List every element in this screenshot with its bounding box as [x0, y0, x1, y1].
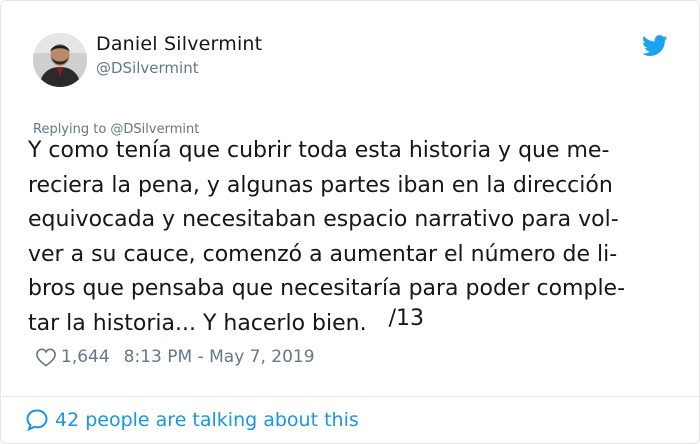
tweet-line: equivocada y necesitaban espacio narrati…: [28, 207, 619, 232]
tweet-text: Y como tenía que cubrir toda esta histor…: [28, 134, 693, 341]
conversation-text[interactable]: 42 people are talking about this: [55, 409, 359, 431]
thread-number: /13: [388, 305, 424, 331]
heart-icon[interactable]: [35, 347, 57, 367]
twitter-bird-icon[interactable]: [642, 35, 668, 57]
avatar[interactable]: [33, 33, 87, 87]
author-handle[interactable]: @DSilvermint: [96, 59, 199, 77]
tweet-line: bros que pensaba que necesitaría para po…: [28, 276, 626, 301]
author-name[interactable]: Daniel Silvermint: [96, 33, 262, 55]
avatar-image: [33, 33, 87, 87]
speech-bubble-icon: [26, 409, 48, 432]
tweet-timestamp[interactable]: 8:13 PM - May 7, 2019: [124, 347, 315, 367]
tweet-card: Daniel Silvermint @DSilvermint Replying …: [0, 0, 700, 444]
tweet-line: ver a su cauce, comenzó a aumentar el nú…: [28, 241, 618, 267]
tweet-line: Y como tenía que cubrir toda esta histor…: [28, 138, 610, 163]
tweet-line: reciera la pena, y algunas partes iban e…: [28, 172, 613, 198]
divider: [2, 396, 700, 397]
tweet-line-text: tar la historia... Y hacerlo bien.: [28, 310, 367, 336]
conversation-link[interactable]: 42 people are talking about this: [25, 407, 359, 433]
like-count[interactable]: 1,644: [61, 347, 110, 367]
tweet-meta: 1,644 8:13 PM - May 7, 2019: [35, 346, 315, 368]
tweet-line-last: tar la historia... Y hacerlo bien. /13: [28, 305, 693, 342]
